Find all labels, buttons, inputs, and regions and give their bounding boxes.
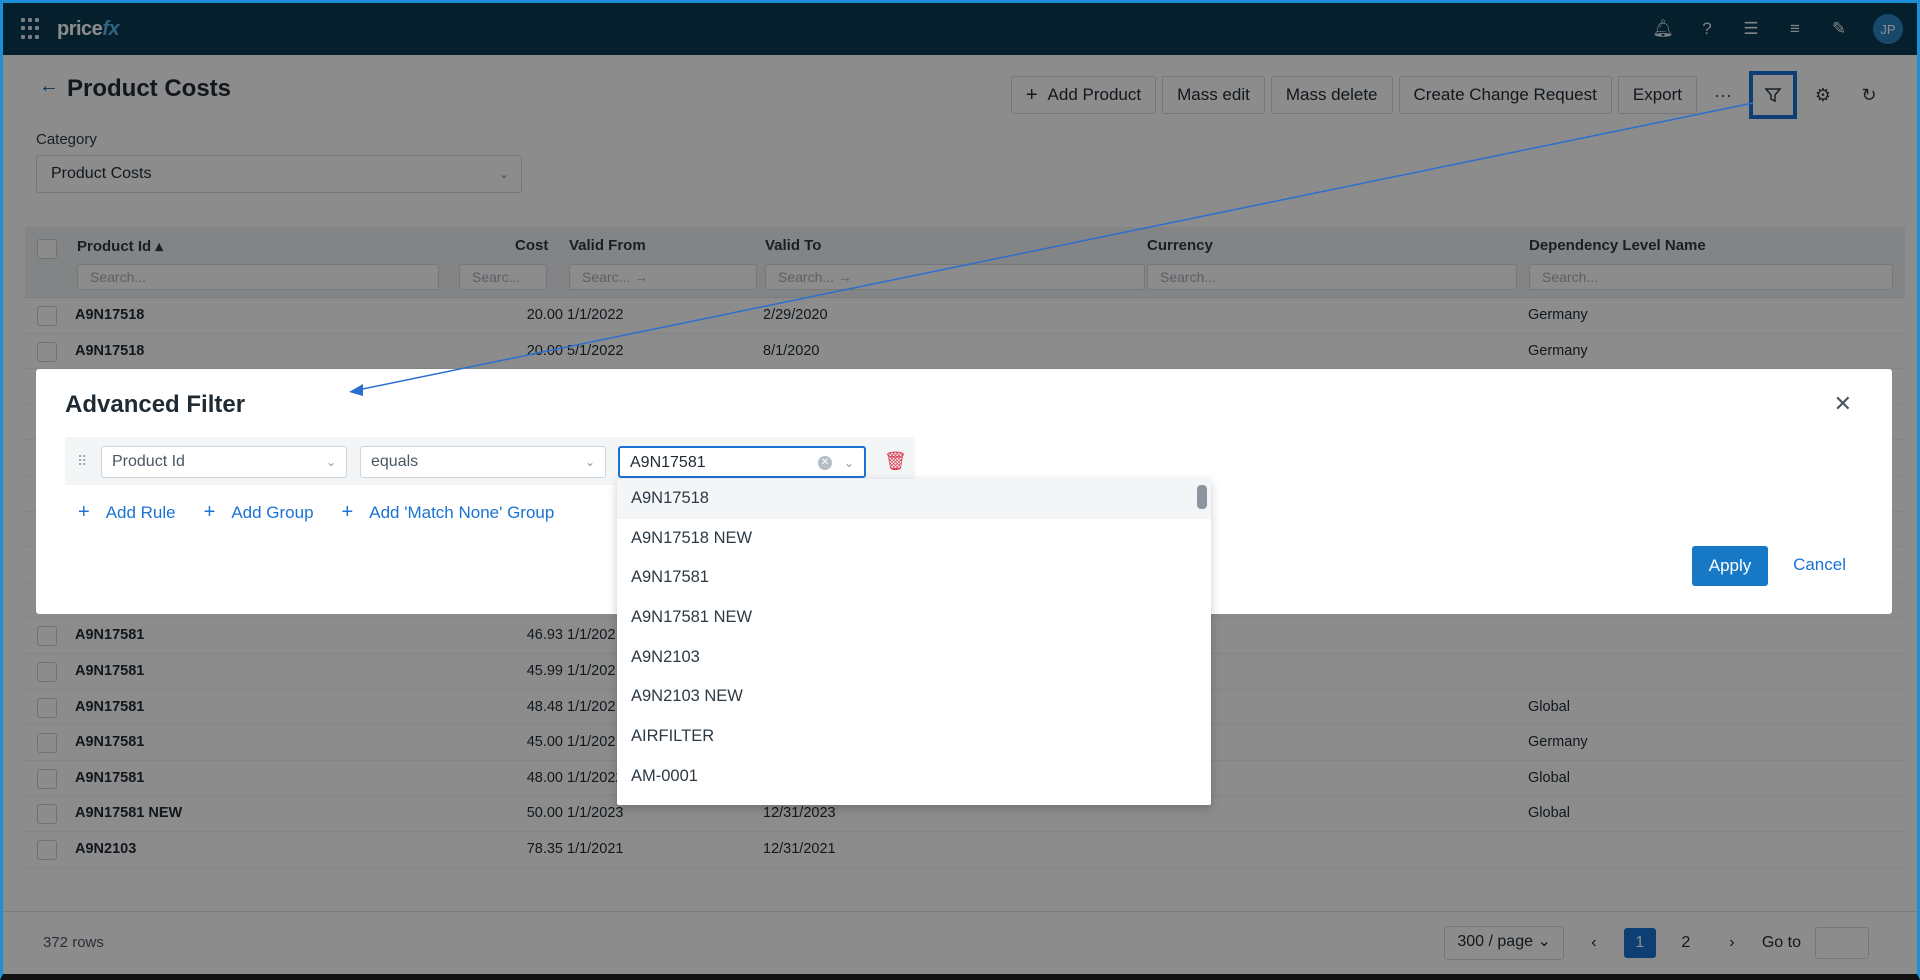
dropdown-option[interactable]: A9N2103 xyxy=(617,638,1211,678)
filter-rule: ⠿ Product Id ⌄ equals ⌄ A9N17581 ✕ ⌄ xyxy=(65,437,915,485)
dropdown-option[interactable]: AM-0001 xyxy=(617,757,1211,797)
dialog-title: Advanced Filter xyxy=(65,391,246,418)
dropdown-option[interactable]: A9N17518 xyxy=(617,479,1211,519)
apply-button[interactable]: Apply xyxy=(1692,546,1768,586)
cancel-button[interactable]: Cancel xyxy=(1793,555,1846,575)
chevron-down-icon: ⌄ xyxy=(843,456,854,470)
add-match-none-group-button[interactable]: + Add 'Match None' Group xyxy=(342,501,555,524)
app-window: pricefx 🔔︎ ? ☰ ≡ ✎ JP ← Product Costs + A… xyxy=(0,0,1920,980)
operator-select[interactable]: equals ⌄ xyxy=(360,446,606,478)
dropdown-option[interactable]: A9N17518 NEW xyxy=(617,519,1211,559)
dropdown-option[interactable]: A9N17581 xyxy=(617,558,1211,598)
field-select[interactable]: Product Id ⌄ xyxy=(101,446,347,478)
close-icon[interactable]: ✕ xyxy=(1834,391,1852,417)
dropdown-option[interactable]: A9N2103 NEW xyxy=(617,677,1211,717)
add-rule-button[interactable]: + Add Rule xyxy=(78,501,176,524)
value-select-input[interactable]: A9N17581 ✕ ⌄ xyxy=(618,446,866,478)
value-dropdown: A9N17518 A9N17518 NEW A9N17581 A9N17581 NEW… xyxy=(617,479,1211,805)
clear-icon[interactable]: ✕ xyxy=(818,456,832,470)
chevron-down-icon: ⌄ xyxy=(584,455,595,469)
drag-handle-icon[interactable]: ⠿ xyxy=(77,451,87,471)
delete-rule-icon[interactable]: 🗑︎ xyxy=(884,451,907,472)
dropdown-option[interactable]: AIRFILTER xyxy=(617,717,1211,757)
dropdown-option[interactable]: A9N17581 NEW xyxy=(617,598,1211,638)
add-group-button[interactable]: + Add Group xyxy=(204,501,314,524)
dropdown-scrollbar[interactable] xyxy=(1197,485,1207,509)
chevron-down-icon: ⌄ xyxy=(325,455,336,469)
